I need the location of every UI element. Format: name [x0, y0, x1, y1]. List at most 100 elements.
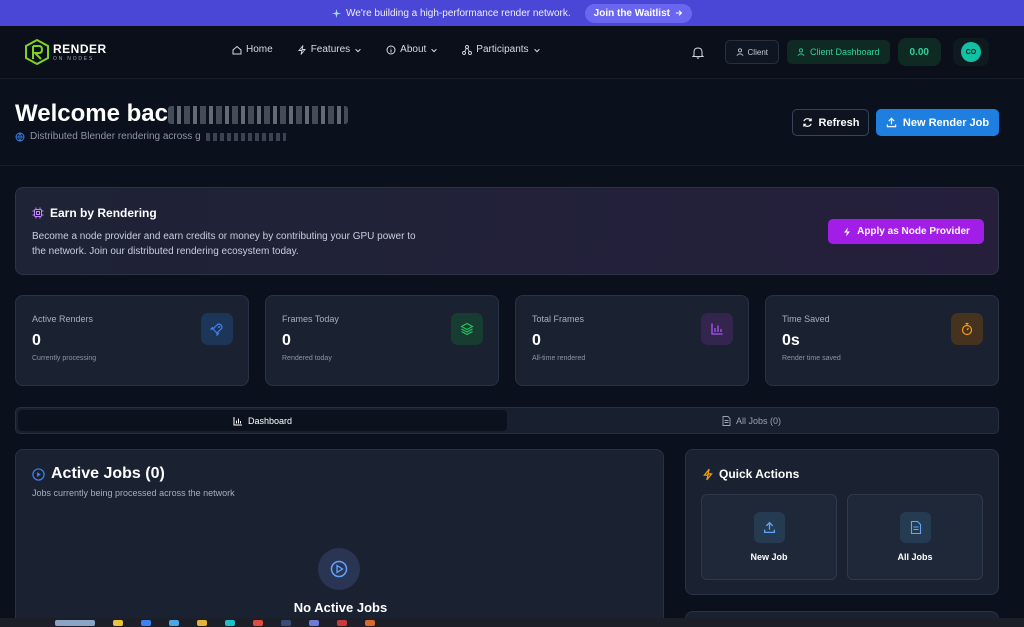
nav-item-participants[interactable]: Participants — [462, 44, 540, 55]
user-icon — [736, 48, 744, 56]
earn-title: Earn by Rendering — [32, 206, 157, 220]
notifications-button[interactable] — [689, 43, 707, 61]
user-icon — [797, 48, 805, 56]
render-logo-icon — [25, 39, 49, 65]
nav-item-label: Participants — [476, 44, 529, 55]
layers-icon — [451, 313, 483, 345]
rocket-icon — [201, 313, 233, 345]
stat-value: 0 — [32, 332, 41, 349]
earn-title-text: Earn by Rendering — [50, 206, 157, 220]
main-nav: Home Features About Participants — [232, 44, 541, 55]
refresh-button[interactable]: Refresh — [792, 109, 869, 136]
stat-value: 0 — [282, 332, 291, 349]
stat-card-total-frames: Total Frames 0 All-time rendered — [515, 295, 749, 386]
quick-action-label: All Jobs — [897, 552, 933, 562]
document-icon — [900, 512, 931, 543]
dashboard-tabs: Dashboard All Jobs (0) — [15, 407, 999, 434]
top-navbar: RENDER ON NODES Home Features About Part… — [0, 26, 1024, 79]
apply-node-provider-button[interactable]: Apply as Node Provider — [828, 219, 984, 244]
client-role-button[interactable]: Client — [724, 40, 779, 64]
taskbar-app-icon[interactable] — [281, 619, 291, 626]
credit-balance[interactable]: 0.00 — [897, 38, 941, 66]
quick-action-new-job[interactable]: New Job — [701, 494, 837, 580]
user-menu-button[interactable]: CO — [953, 38, 989, 66]
lightning-icon — [844, 227, 851, 236]
welcome-header: Welcome bac Distributed Blender renderin… — [0, 79, 1024, 166]
avatar: CO — [961, 42, 981, 62]
stat-label: Active Renders — [32, 314, 94, 324]
stat-label: Total Frames — [532, 314, 585, 324]
cpu-icon — [32, 207, 44, 219]
taskbar-thumbnail[interactable] — [55, 619, 95, 626]
arrow-right-icon — [675, 10, 683, 16]
chevron-down-icon — [533, 48, 540, 52]
nav-item-about[interactable]: About — [386, 44, 438, 55]
join-waitlist-button[interactable]: Join the Waitlist — [584, 3, 692, 23]
tab-dashboard[interactable]: Dashboard — [18, 410, 507, 431]
taskbar-app-icon[interactable] — [309, 619, 319, 626]
stat-value: 0 — [532, 332, 541, 349]
stat-label: Frames Today — [282, 314, 339, 324]
apply-label: Apply as Node Provider — [857, 226, 970, 237]
tab-label: All Jobs (0) — [735, 415, 781, 426]
earn-by-rendering-card: Earn by Rendering Become a node provider… — [15, 187, 999, 275]
welcome-text: Welcome bac — [15, 100, 168, 127]
active-jobs-description: Jobs currently being processed across th… — [32, 488, 235, 498]
active-jobs-panel: Active Jobs (0) Jobs currently being pro… — [15, 449, 664, 627]
bar-chart-icon — [701, 313, 733, 345]
tab-all-jobs[interactable]: All Jobs (0) — [507, 410, 996, 431]
lightning-icon — [703, 468, 713, 480]
document-icon — [722, 415, 731, 426]
join-waitlist-label: Join the Waitlist — [593, 7, 670, 19]
taskbar-app-icon[interactable] — [365, 619, 375, 626]
client-dashboard-button[interactable]: Client Dashboard — [786, 40, 890, 64]
stat-card-time-saved: Time Saved 0s Render time saved — [765, 295, 999, 386]
taskbar-app-icon[interactable] — [169, 619, 179, 626]
chevron-down-icon — [431, 48, 438, 52]
active-jobs-title-text: Active Jobs (0) — [51, 465, 165, 482]
stats-row: Active Renders 0 Currently processing Fr… — [15, 295, 999, 386]
chevron-down-icon — [355, 48, 361, 52]
taskbar-app-icon[interactable] — [253, 619, 263, 626]
play-circle-icon — [32, 467, 45, 481]
new-render-job-button[interactable]: New Render Job — [876, 109, 999, 136]
brand-logo[interactable]: RENDER ON NODES — [25, 39, 107, 65]
banner-text: We're building a high-performance render… — [346, 7, 571, 19]
taskbar-app-icon[interactable] — [197, 619, 207, 626]
stat-value: 0s — [782, 332, 800, 349]
empty-state-title: No Active Jobs — [293, 600, 388, 615]
redacted-username — [167, 105, 348, 124]
stat-note: Currently processing — [32, 355, 97, 362]
quick-actions-panel: Quick Actions New Job All Jobs — [685, 449, 999, 595]
nav-item-label: About — [400, 44, 427, 55]
new-render-job-label: New Render Job — [902, 116, 990, 129]
banner-message: We're building a high-performance render… — [332, 8, 571, 19]
page-title: Welcome bac — [15, 100, 348, 128]
stat-note: Render time saved — [782, 355, 841, 362]
nav-item-home[interactable]: Home — [232, 44, 273, 55]
taskbar-app-icon[interactable] — [225, 619, 235, 626]
network-icon — [462, 44, 473, 55]
subtitle-text: Distributed Blender rendering across g — [30, 131, 201, 142]
redacted-text — [205, 132, 286, 141]
client-label: Client — [747, 47, 768, 57]
stopwatch-icon — [951, 313, 983, 345]
quick-actions-title-text: Quick Actions — [719, 467, 800, 481]
stat-label: Time Saved — [782, 314, 830, 324]
play-circle-icon — [318, 548, 360, 590]
announcement-banner: We're building a high-performance render… — [0, 0, 1024, 26]
info-icon — [386, 45, 396, 54]
client-dashboard-label: Client Dashboard — [809, 47, 880, 57]
taskbar-app-icon[interactable] — [113, 619, 123, 626]
globe-icon — [15, 132, 25, 142]
page-subtitle: Distributed Blender rendering across g — [15, 131, 286, 142]
home-icon — [232, 45, 242, 54]
quick-action-label: New Job — [750, 552, 788, 562]
quick-action-all-jobs[interactable]: All Jobs — [847, 494, 983, 580]
stat-card-frames-today: Frames Today 0 Rendered today — [265, 295, 499, 386]
taskbar-app-icon[interactable] — [337, 619, 347, 626]
nav-item-features[interactable]: Features — [297, 44, 362, 55]
taskbar-app-icon[interactable] — [141, 619, 151, 626]
nav-item-label: Home — [246, 44, 273, 55]
stat-note: All-time rendered — [532, 355, 586, 362]
